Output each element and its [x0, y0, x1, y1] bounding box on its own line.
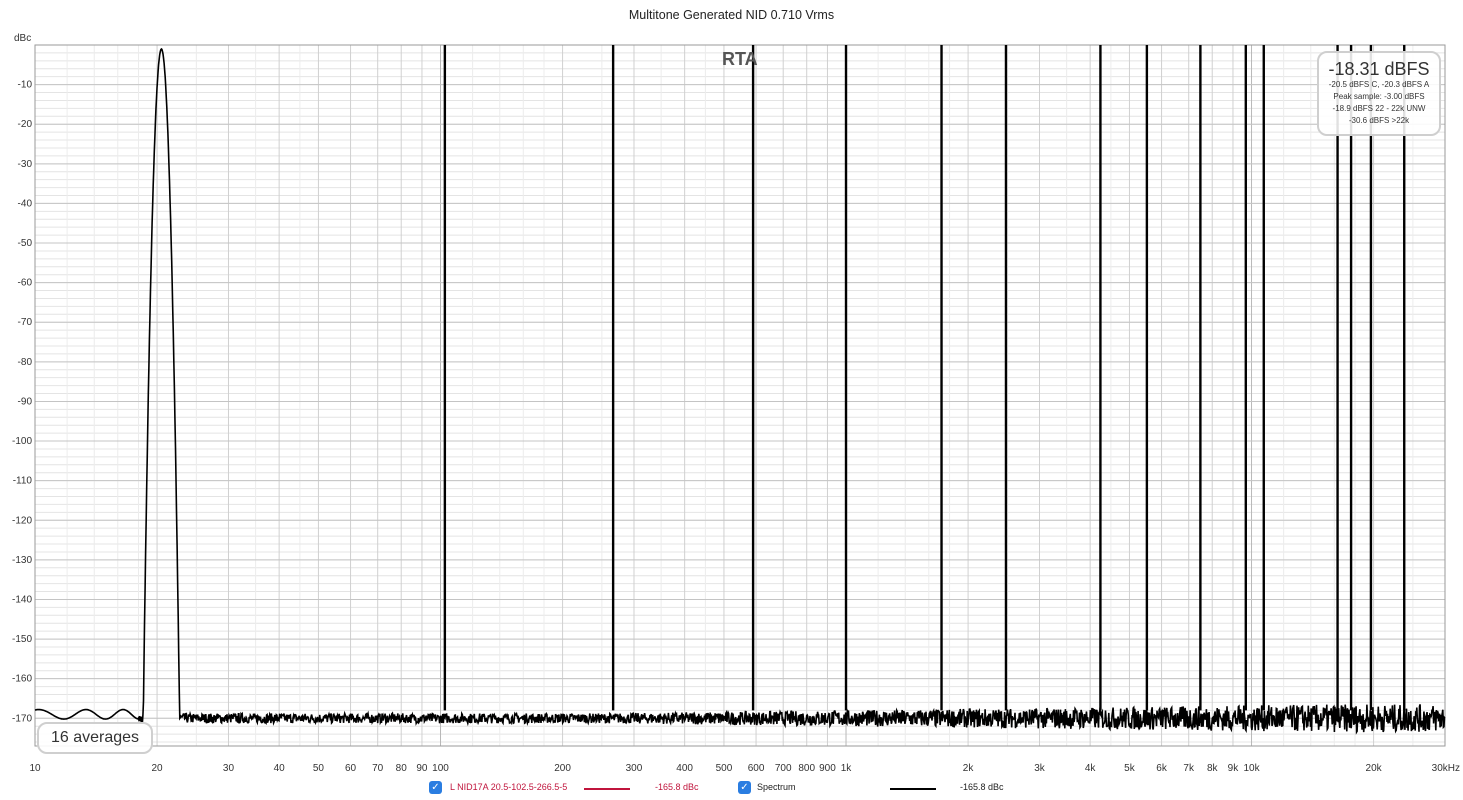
x-tick-label: 20k: [1366, 763, 1383, 774]
y-tick-label: -90: [18, 396, 33, 407]
y-tick-label: -160: [12, 674, 32, 685]
x-tick-label: 200: [554, 763, 571, 774]
y-tick-label: -70: [18, 317, 33, 328]
x-tick-label: 900: [819, 763, 836, 774]
x-tick-label: 10: [29, 763, 41, 774]
x-tick-label: 30: [223, 763, 235, 774]
level-main: -18.31 dBFS: [1328, 59, 1430, 79]
y-tick-label: -100: [12, 436, 32, 447]
nid-line: [34, 48, 1446, 734]
y-tick-label: -40: [18, 198, 33, 209]
legend-name-series-2: Spectrum: [757, 782, 796, 792]
x-tick-label: 700: [775, 763, 792, 774]
y-tick-label: -130: [12, 555, 32, 566]
x-tick-labels: 10 20 30 40 50 60 70 80 90 100 200 300 400 500 600 700 8…: [29, 763, 1460, 774]
y-tick-label: -20: [18, 119, 33, 130]
x-tick-label: 2k: [963, 763, 975, 774]
y-tick-label: -170: [12, 713, 32, 724]
x-tick-label: 90: [416, 763, 428, 774]
level-line: -18.9 dBFS 22 - 22k UNW: [1332, 104, 1426, 113]
x-tick-label: 500: [716, 763, 733, 774]
x-tick-label: 9k: [1228, 763, 1240, 774]
x-tick-label: 600: [748, 763, 765, 774]
x-tick-label: 100: [432, 763, 449, 774]
x-tick-label: 5k: [1124, 763, 1136, 774]
x-tick-label: 400: [676, 763, 693, 774]
plot-frame: [34, 44, 1446, 747]
averages-badge: 16 averages: [37, 722, 153, 754]
y-tick-label: -10: [18, 80, 33, 91]
x-tick-label: 4k: [1085, 763, 1097, 774]
x-tick-label: 1k: [841, 763, 853, 774]
rta-label: RTA: [722, 49, 758, 69]
y-tick-labels: -10 -20 -30 -40 -50 -60 -70 -80 -90 -100 -110 -120 -…: [12, 80, 32, 725]
level-line: -20.5 dBFS C, -20.3 dBFS A: [1328, 80, 1430, 89]
x-tick-label: 70: [372, 763, 384, 774]
x-tick-label: 800: [798, 763, 815, 774]
y-tick-label: -50: [18, 238, 33, 249]
x-tick-label: 6k: [1156, 763, 1168, 774]
y-axis-label: dBc: [14, 33, 31, 44]
checkbox-series-1[interactable]: ✓: [429, 781, 442, 794]
spectrum-line: [34, 47, 1446, 735]
level-info-box: -18.31 dBFS -20.5 dBFS C, -20.3 dBFS A P…: [1317, 51, 1441, 136]
legend-value-series-1: -165.8 dBc: [655, 782, 699, 792]
x-tick-label: 30kHz: [1432, 763, 1460, 774]
y-tick-label: -110: [13, 476, 33, 487]
legend-value-series-2: -165.8 dBc: [960, 782, 1004, 792]
legend-swatch-series-1: [584, 788, 630, 790]
y-tick-label: -150: [12, 634, 32, 645]
y-tick-label: -60: [18, 278, 33, 289]
x-tick-label: 50: [313, 763, 325, 774]
major-gridlines: [34, 44, 1446, 747]
x-tick-label: 60: [345, 763, 357, 774]
spectrum-plot[interactable]: -10 -20 -30 -40 -50 -60 -70 -80 -90 -100 -110 -120 -…: [0, 0, 1463, 780]
legend: ✓ L NID17A 20.5-102.5-266.5-5 -165.8 dBc…: [0, 781, 1463, 799]
legend-swatch-series-2: [890, 788, 936, 790]
minor-gridlines: [35, 44, 1445, 746]
checkbox-series-2[interactable]: ✓: [738, 781, 751, 794]
legend-name-series-1: L NID17A 20.5-102.5-266.5-5: [450, 782, 568, 792]
x-tick-label: 300: [626, 763, 643, 774]
level-line: Peak sample: -3.00 dBFS: [1333, 92, 1425, 101]
y-tick-label: -140: [12, 594, 32, 605]
x-tick-label: 3k: [1034, 763, 1046, 774]
x-tick-label: 20: [152, 763, 164, 774]
x-tick-label: 10k: [1243, 763, 1260, 774]
level-line: -30.6 dBFS >22k: [1348, 116, 1410, 125]
x-tick-label: 8k: [1207, 763, 1219, 774]
x-tick-label: 80: [396, 763, 408, 774]
y-tick-label: -120: [12, 515, 32, 526]
x-tick-label: 7k: [1183, 763, 1195, 774]
y-tick-label: -80: [18, 357, 33, 368]
x-tick-label: 40: [274, 763, 286, 774]
y-tick-label: -30: [18, 159, 33, 170]
